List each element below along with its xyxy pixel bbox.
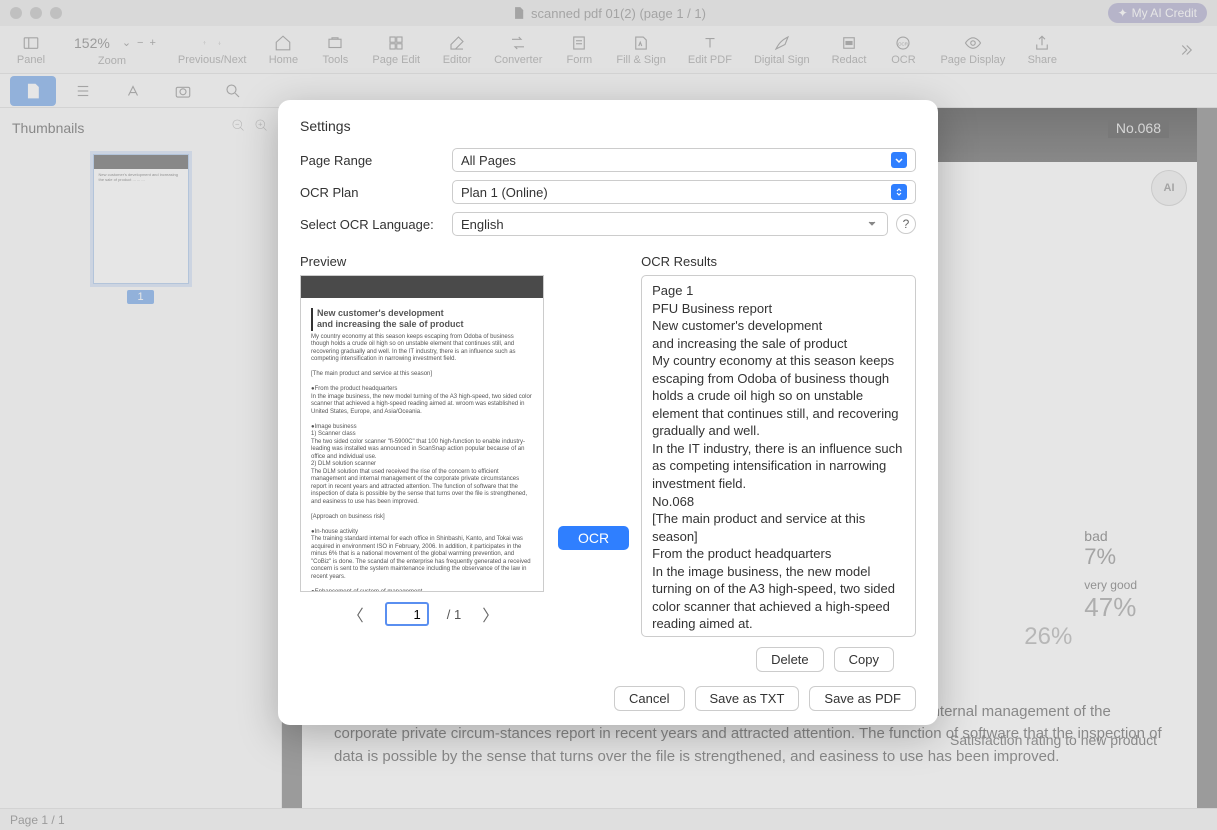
page-range-label: Page Range <box>300 153 444 168</box>
ocr-lang-label: Select OCR Language: <box>300 217 444 232</box>
page-range-select[interactable]: All Pages <box>452 148 916 172</box>
chevron-down-icon <box>891 152 907 168</box>
ocr-plan-select[interactable]: Plan 1 (Online) <box>452 180 916 204</box>
ocr-settings-dialog: Settings Page Range All Pages OCR Plan P… <box>278 100 938 725</box>
updown-icon <box>891 184 907 200</box>
copy-button[interactable]: Copy <box>834 647 894 672</box>
preview-thumbnail: New customer's developmentand increasing… <box>300 275 544 592</box>
save-pdf-button[interactable]: Save as PDF <box>809 686 916 711</box>
ocr-plan-label: OCR Plan <box>300 185 444 200</box>
ocr-results-label: OCR Results <box>641 254 916 269</box>
next-page-icon[interactable]: 〉 <box>479 603 501 625</box>
delete-button[interactable]: Delete <box>756 647 824 672</box>
preview-pager: 〈 / 1 〉 <box>300 602 546 626</box>
page-total: / 1 <box>447 607 461 622</box>
page-number-input[interactable] <box>385 602 429 626</box>
preview-label: Preview <box>300 254 546 269</box>
ocr-lang-select[interactable]: English <box>452 212 888 236</box>
prev-page-icon[interactable]: 〈 <box>345 603 367 625</box>
chevron-down-icon <box>865 217 879 231</box>
dialog-title: Settings <box>278 118 938 144</box>
run-ocr-button[interactable]: OCR <box>558 526 629 550</box>
cancel-button[interactable]: Cancel <box>614 686 684 711</box>
save-txt-button[interactable]: Save as TXT <box>695 686 800 711</box>
help-icon[interactable]: ? <box>896 214 916 234</box>
ocr-results-text[interactable]: Page 1 PFU Business report New customer'… <box>641 275 916 637</box>
